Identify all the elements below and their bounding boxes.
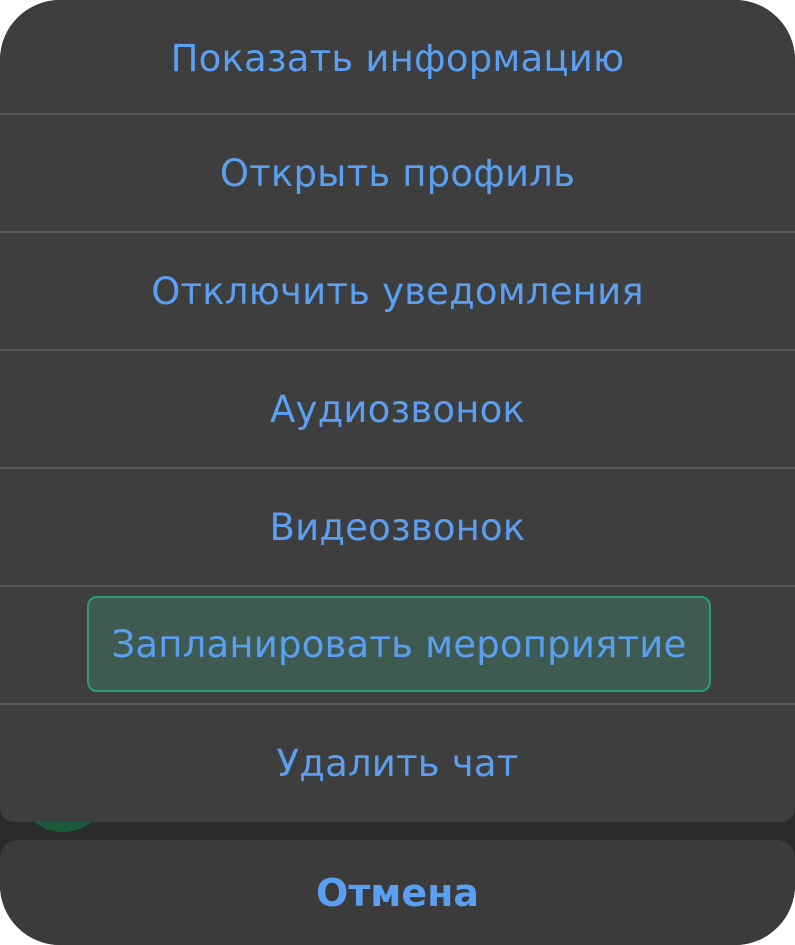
delete-chat-button[interactable]: Удалить чат — [0, 705, 795, 822]
divider — [0, 585, 795, 587]
cancel-button[interactable]: Отмена — [0, 840, 795, 945]
open-profile-button[interactable]: Открыть профиль — [0, 115, 795, 232]
audio-call-button[interactable]: Аудиозвонок — [0, 351, 795, 468]
action-sheet: Показать информацию Открыть профиль Откл… — [0, 0, 795, 822]
mute-notifications-button[interactable]: Отключить уведомления — [0, 233, 795, 350]
show-info-button[interactable]: Показать информацию — [0, 0, 795, 117]
video-call-button[interactable]: Видеозвонок — [0, 469, 795, 586]
schedule-event-button[interactable]: Запланировать мероприятие — [87, 596, 711, 692]
action-sheet-screen: Показать информацию Открыть профиль Откл… — [0, 0, 795, 945]
